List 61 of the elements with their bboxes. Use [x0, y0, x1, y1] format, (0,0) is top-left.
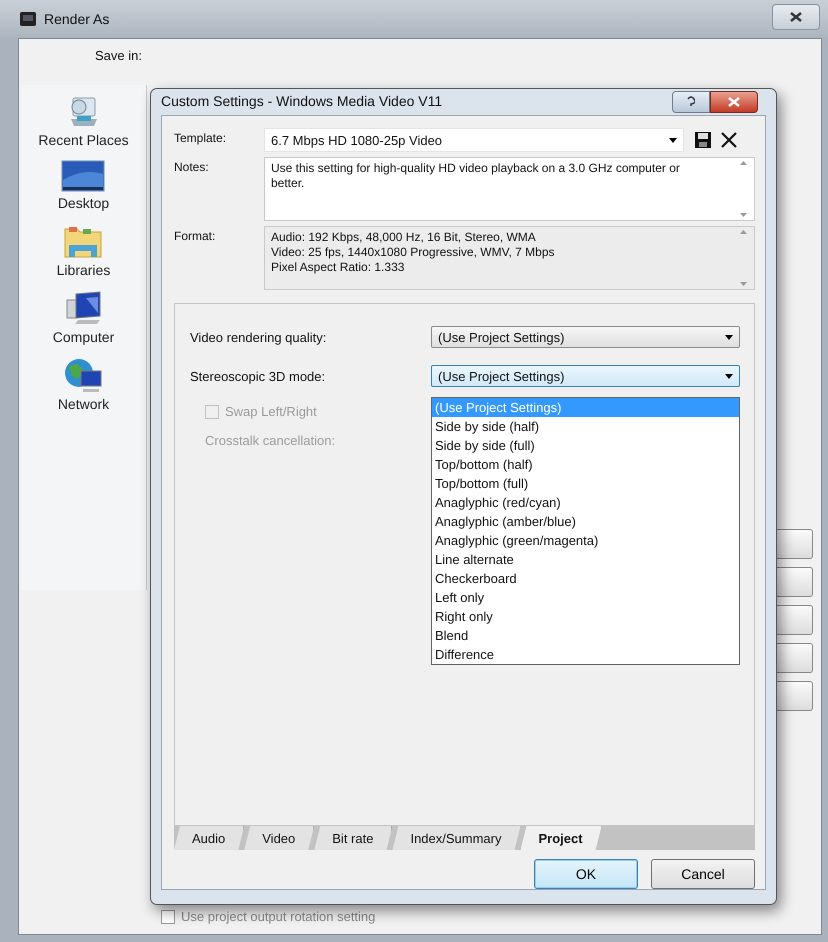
rotation-label: Use project output rotation setting [181, 909, 376, 924]
dropdown-option[interactable]: Line alternate [432, 550, 739, 569]
dropdown-option[interactable]: Side by side (half) [432, 417, 739, 436]
app-icon [20, 12, 36, 26]
scroll-up-icon[interactable] [740, 161, 746, 165]
place-item[interactable]: Network [58, 357, 110, 412]
setting-dropdown[interactable]: (Use Project Settings) [431, 365, 740, 387]
close-icon [790, 12, 802, 22]
dropdown-caret-icon [725, 334, 733, 340]
save-in-label: Save in: [95, 48, 142, 63]
dialog-title: Custom Settings - Windows Media Video V11 [161, 93, 442, 109]
tab[interactable]: Index/Summary [392, 826, 520, 850]
dropdown-option[interactable]: Top/bottom (half) [432, 455, 739, 474]
crosstalk-label: Crosstalk cancellation: [205, 433, 336, 448]
dropdown-option[interactable]: Difference [432, 645, 739, 664]
tab[interactable]: Project [520, 826, 602, 850]
close-button[interactable] [772, 4, 820, 30]
dropdown-option[interactable]: Checkerboard [432, 569, 739, 588]
dropdown-caret-icon [669, 138, 677, 142]
scroll-down-icon[interactable] [740, 213, 746, 217]
dialog-button[interactable]: OK [534, 859, 638, 889]
place-item[interactable]: Recent Places [38, 95, 129, 148]
tab[interactable]: Audio [174, 826, 244, 850]
close-button[interactable] [710, 91, 758, 113]
dropdown-option[interactable]: Blend [432, 626, 739, 645]
format-label: Format: [174, 228, 216, 243]
rotation-checkbox[interactable] [161, 910, 175, 924]
dropdown-option[interactable]: Side by side (full) [432, 436, 739, 455]
tab[interactable]: Video [244, 826, 314, 850]
place-item[interactable]: Desktop [58, 160, 110, 211]
close-icon [728, 97, 740, 107]
format-line: Pixel Aspect Ratio: 1.333 [271, 260, 406, 275]
delete-icon[interactable] [720, 131, 738, 149]
dropdown-option[interactable]: Right only [432, 607, 739, 626]
save-icon[interactable] [694, 131, 712, 149]
computer-icon [64, 290, 104, 326]
notes-label: Notes: [174, 159, 210, 174]
desktop-icon [61, 160, 106, 192]
place-item[interactable]: Libraries [56, 223, 110, 278]
window-title: Render As [44, 11, 110, 27]
setting-label: Video rendering quality: [190, 330, 328, 344]
dropdown-option[interactable]: Anaglyphic (green/magenta) [432, 531, 739, 550]
dropdown-option[interactable]: Anaglyphic (amber/blue) [432, 512, 739, 531]
place-item[interactable]: Computer [52, 290, 114, 345]
format-line: Audio: 192 Kbps, 48,000 Hz, 16 Bit, Stereo, WMA [271, 230, 537, 245]
tab[interactable]: Bit rate [314, 826, 392, 850]
swap-label: Swap Left/Right [225, 404, 317, 419]
template-dropdown[interactable]: 6.7 Mbps HD 1080-25p Video [264, 128, 684, 152]
dialog-button[interactable]: Cancel [651, 859, 755, 889]
notes-field[interactable]: Use this setting for high-quality HD video playback on a 3.0 GHz computer or better. [264, 157, 755, 221]
dropdown-option[interactable]: Left only [432, 588, 739, 607]
dropdown-option[interactable]: Top/bottom (full) [432, 474, 739, 493]
template-label: Template: [174, 130, 228, 145]
help-button[interactable] [672, 91, 710, 113]
setting-label: Stereoscopic 3D mode: [190, 368, 326, 384]
network-icon [63, 357, 104, 393]
dropdown-option[interactable]: Anaglyphic (red/cyan) [432, 493, 739, 512]
dropdown-caret-icon [725, 374, 733, 378]
setting-dropdown[interactable]: (Use Project Settings) [431, 326, 740, 348]
format-line: Video: 25 fps, 1440x1080 Progressive, WMV, 7 Mbps [271, 245, 554, 260]
help-icon [687, 96, 695, 108]
